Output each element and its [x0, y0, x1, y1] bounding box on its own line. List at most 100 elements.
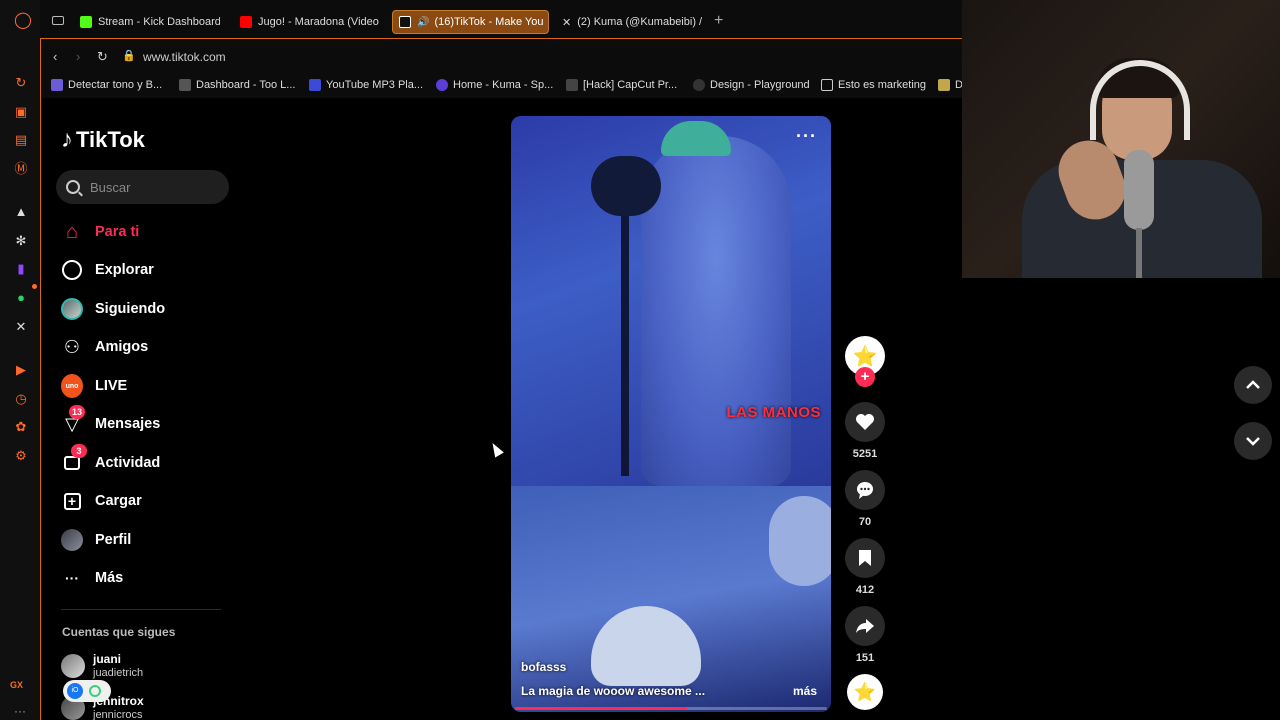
player-icon[interactable]: ▶ — [14, 363, 28, 377]
nav-actividad[interactable]: 3 Actividad — [61, 444, 160, 477]
heart-icon — [856, 414, 874, 430]
compass-icon — [61, 259, 83, 281]
bookmark-icon — [859, 550, 871, 566]
twitch-icon[interactable]: ▮ — [14, 262, 28, 276]
like-button[interactable] — [845, 402, 885, 442]
widget-app-icon: iO — [67, 683, 83, 699]
account-handle: jennicrocs — [93, 709, 143, 720]
speed-dial-icon[interactable]: ↻ — [14, 76, 28, 90]
nav-label: Amigos — [95, 339, 149, 355]
nav-para-ti[interactable]: ⌂ Para ti — [61, 218, 139, 246]
bookmark-icon — [938, 79, 950, 91]
video-options-icon[interactable]: ··· — [796, 126, 817, 147]
video-author[interactable]: bofasss — [521, 660, 566, 674]
account-name: juani — [93, 652, 122, 666]
webcam-overlay — [962, 0, 1280, 278]
search-icon — [66, 180, 80, 194]
account-item[interactable]: juani juadietrich — [61, 652, 143, 680]
message-badge: 13 — [69, 405, 86, 419]
upload-icon: + — [61, 490, 83, 512]
bookmark-item[interactable]: Home - Kuma - Sp... — [436, 79, 553, 91]
nav-label: Cargar — [95, 493, 142, 509]
back-icon[interactable]: ‹ — [53, 49, 57, 64]
nav-label: Siguiendo — [95, 301, 166, 317]
divider — [61, 609, 221, 610]
power-icon — [89, 685, 101, 697]
video-frame-bottom — [511, 486, 831, 712]
bookmark-icon — [309, 79, 321, 91]
video-progress[interactable] — [515, 707, 827, 710]
more-link[interactable]: más — [793, 684, 817, 698]
nav-siguiendo[interactable]: Siguiendo — [61, 295, 165, 323]
app-icon[interactable]: ▲ — [14, 205, 28, 219]
save-count: 412 — [855, 584, 875, 596]
tab-kick[interactable]: Stream - Kick Dashboard — [80, 10, 220, 34]
speaker-icon[interactable]: 🔊 — [417, 17, 429, 28]
x-icon[interactable]: ✕ — [14, 320, 28, 334]
more-icon[interactable]: ··· — [14, 704, 26, 718]
bookmark-item[interactable]: [Hack] CapCut Pr... — [566, 79, 677, 91]
addons-icon[interactable]: ✿ — [14, 420, 28, 434]
bookmark-item[interactable]: D — [938, 79, 963, 91]
forward-icon[interactable]: › — [76, 49, 80, 64]
bookmark-icon — [179, 79, 191, 91]
bookmark-item[interactable]: Dashboard - Too L... — [179, 79, 295, 91]
opera-logo-icon[interactable]: ◯ — [14, 13, 32, 29]
url-field[interactable]: www.tiktok.com — [143, 50, 226, 64]
extensions-icon[interactable]: ▣ — [14, 105, 28, 119]
next-video-button[interactable] — [1234, 422, 1272, 460]
nav-label: Para ti — [95, 224, 140, 240]
settings-icon[interactable]: ⚙ — [14, 449, 28, 463]
gx-corner-icon[interactable]: Ⓜ — [14, 162, 28, 176]
nav-mensajes[interactable]: ▽ 13 Mensajes — [61, 405, 161, 438]
bookmarks-bar: Detectar tono y B... Dashboard - Too L..… — [40, 74, 963, 98]
whatsapp-icon[interactable]: ● — [14, 291, 28, 305]
account-handle: juadietrich — [93, 667, 144, 679]
bookmark-item[interactable]: Esto es marketing — [821, 79, 926, 91]
tiktok-logo[interactable]: ♪ TikTok — [61, 126, 145, 154]
nav-perfil[interactable]: Perfil — [61, 526, 131, 554]
nav-label: Mensajes — [95, 416, 161, 432]
profile-icon — [61, 529, 83, 551]
floating-widget[interactable]: iO — [63, 680, 111, 702]
share-button[interactable] — [845, 606, 885, 646]
tab-bar: Stream - Kick Dashboard Jugo! - Maradona… — [40, 0, 962, 38]
microphone-shape — [1124, 150, 1154, 230]
tab-switcher-icon[interactable] — [52, 16, 64, 25]
chatgpt-icon[interactable]: ✻ — [14, 234, 28, 248]
search-placeholder: Buscar — [90, 179, 131, 195]
bookmark-item[interactable]: Design - Playground — [693, 79, 810, 91]
previous-video-button[interactable] — [1234, 366, 1272, 404]
nav-explorar[interactable]: Explorar — [61, 256, 154, 284]
singer-figure — [641, 136, 791, 486]
comment-button[interactable] — [845, 470, 885, 510]
music-disc[interactable]: ⭐ — [847, 674, 883, 710]
save-button[interactable] — [845, 538, 885, 578]
follow-button[interactable]: + — [855, 367, 875, 387]
share-icon — [856, 619, 874, 633]
cap-shape — [661, 121, 731, 156]
nav-cargar[interactable]: + Cargar — [61, 487, 142, 515]
hot-tabs-icon[interactable]: ▤ — [14, 133, 28, 147]
progress-fill — [515, 707, 687, 710]
new-tab-button[interactable]: + — [714, 12, 723, 30]
nav-amigos[interactable]: ⚇ Amigos — [61, 333, 148, 361]
bookmark-label: Esto es marketing — [838, 79, 927, 91]
lock-icon[interactable]: 🔒 — [122, 49, 136, 62]
nav-mas[interactable]: ··· Más — [61, 564, 123, 592]
bookmark-item[interactable]: YouTube MP3 Pla... — [309, 79, 423, 91]
nav-live[interactable]: uno LIVE — [61, 372, 127, 400]
friends-icon: ⚇ — [63, 336, 81, 357]
tab-label: (16)TikTok - Make You — [434, 16, 544, 28]
tab-x[interactable]: ✕ (2) Kuma (@Kumabeibi) / — [562, 10, 702, 34]
tab-tiktok[interactable]: 🔊 (16)TikTok - Make You — [392, 10, 549, 34]
reload-icon[interactable]: ↻ — [97, 49, 108, 65]
search-input[interactable]: Buscar — [56, 170, 229, 204]
history-icon[interactable]: ◷ — [14, 392, 28, 406]
tab-youtube[interactable]: Jugo! - Maradona (Video — [240, 10, 380, 34]
bookmark-item[interactable]: Detectar tono y B... — [51, 79, 162, 91]
bookmark-icon — [821, 79, 833, 91]
notification-dot — [32, 284, 37, 289]
video-player[interactable]: LAS MANOS ··· bofasss La magia de wooow … — [511, 116, 831, 712]
mic-stand-shape — [1136, 228, 1142, 278]
